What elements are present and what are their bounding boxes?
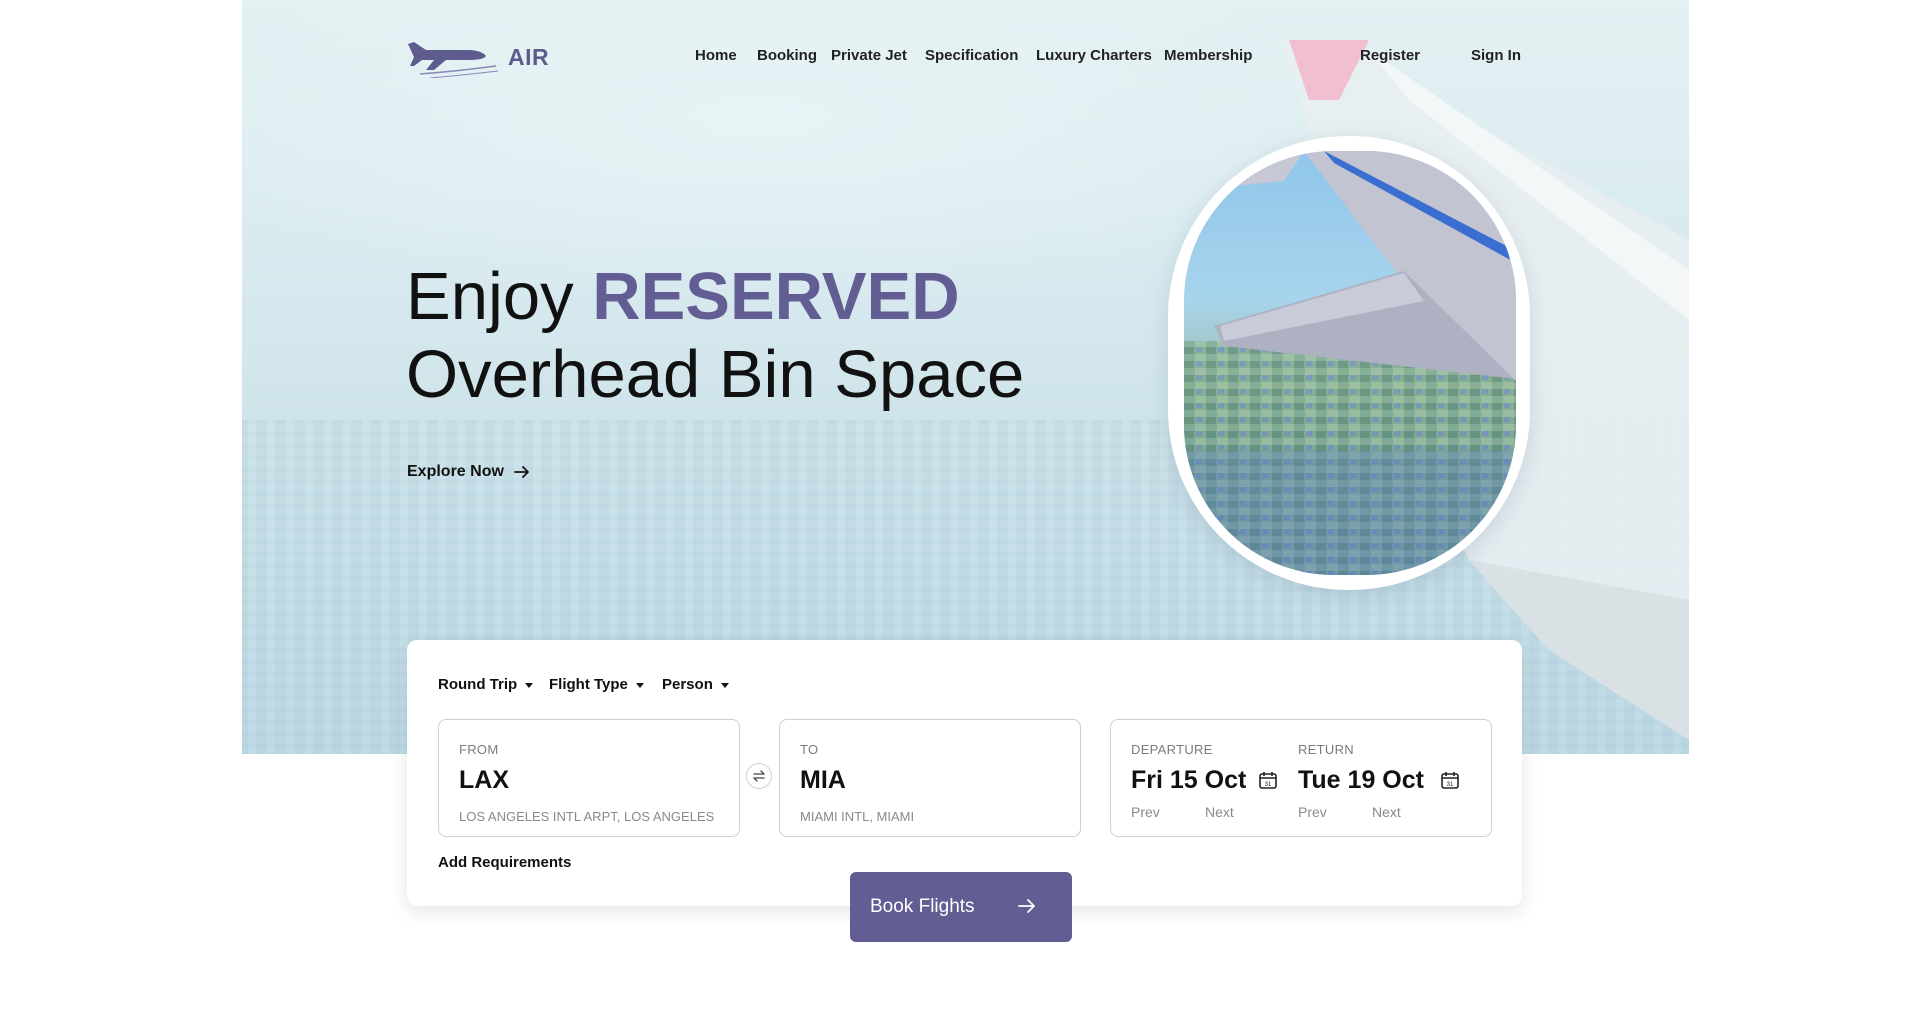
trip-type-dropdown[interactable]: Round Trip [438,676,534,693]
explore-now-label: Explore Now [407,463,504,480]
from-code: LAX [459,766,509,794]
return-prev-link[interactable]: Prev [1298,804,1327,820]
headline-prefix: Enjoy [406,259,574,334]
return-date[interactable]: Tue 19 Oct [1298,766,1424,795]
departure-label: DEPARTURE [1131,742,1213,757]
nav-item-private-jet[interactable]: Private Jet [831,47,907,64]
flight-type-dropdown[interactable]: Flight Type [549,676,644,693]
from-airport: LOS ANGELES INTL ARPT, LOS ANGELES [459,809,715,824]
trip-type-label: Round Trip [438,676,518,693]
brand-name: AIR [508,43,550,70]
hero-headline: Enjoy RESERVED Overhead Bin Space [406,258,1024,414]
swap-icon [753,770,765,782]
svg-text:31: 31 [1447,782,1454,788]
book-flights-label: Book Flights [870,896,975,917]
swap-button[interactable] [746,763,772,789]
headline-line2: Overhead Bin Space [406,337,1025,412]
caret-down-icon [525,683,534,688]
flight-type-label: Flight Type [549,676,628,693]
calendar-icon[interactable]: 31 [1440,770,1460,790]
person-label: Person [662,676,713,693]
to-code: MIA [800,766,846,794]
caret-down-icon [635,683,644,688]
register-link[interactable]: Register [1360,47,1420,64]
nav-item-luxury-charters[interactable]: Luxury Charters [1036,47,1152,64]
arrow-right-icon [1018,899,1035,913]
book-flights-button[interactable]: Book Flights [850,872,1072,942]
window-view-image [1184,151,1516,575]
to-label: TO [800,742,819,757]
svg-text:31: 31 [1265,782,1272,788]
departure-prev-link[interactable]: Prev [1131,804,1160,820]
departure-date[interactable]: Fri 15 Oct [1131,766,1246,795]
add-requirements-link[interactable]: Add Requirements [438,854,571,871]
person-dropdown[interactable]: Person [662,676,729,693]
return-next-link[interactable]: Next [1372,804,1401,820]
to-airport: MIAMI INTL, MIAMI [800,809,915,824]
explore-now-link[interactable]: Explore Now [407,463,530,481]
nav-item-booking[interactable]: Booking [757,47,817,64]
nav-item-home[interactable]: Home [695,47,737,64]
return-label: RETURN [1298,742,1354,757]
plane-logo-icon [408,42,499,78]
from-label: FROM [459,742,499,757]
nav-item-membership[interactable]: Membership [1164,47,1252,64]
calendar-icon[interactable]: 31 [1258,770,1278,790]
sign-in-link[interactable]: Sign In [1471,47,1521,64]
departure-next-link[interactable]: Next [1205,804,1234,820]
nav-item-specification[interactable]: Specification [925,47,1018,64]
arrow-right-icon [514,466,529,478]
caret-down-icon [720,683,729,688]
headline-accent: RESERVED [592,259,960,334]
brand-logo[interactable]: AIR [406,36,549,78]
